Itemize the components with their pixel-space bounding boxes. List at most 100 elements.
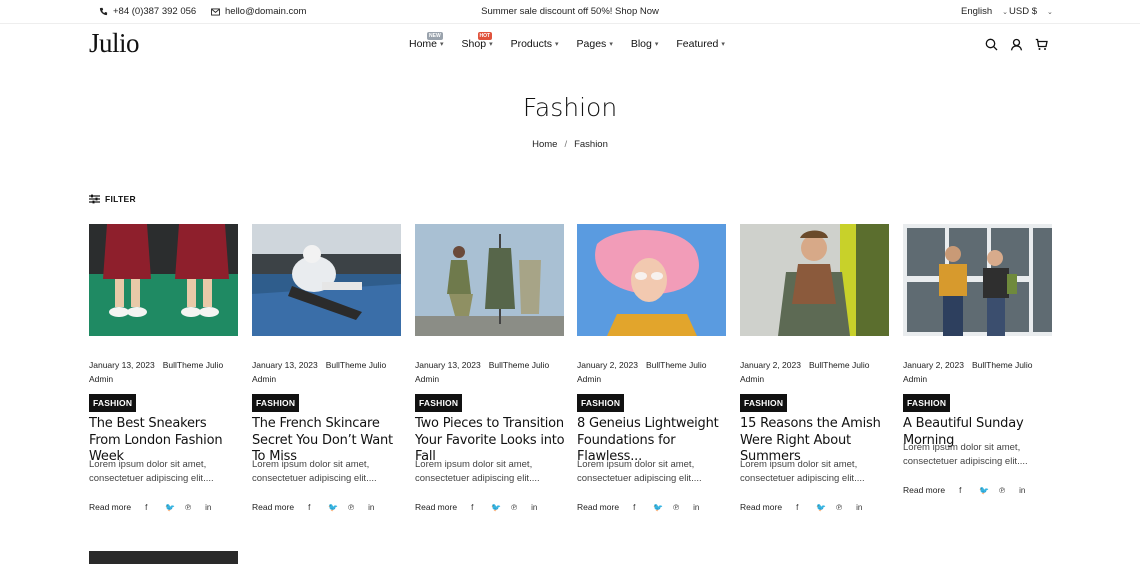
post-actions: Read more f 🐦 ℗ in — [903, 485, 1039, 495]
linkedin-icon[interactable]: in — [856, 503, 876, 512]
category-tag[interactable]: FASHION — [740, 394, 788, 412]
language-selector[interactable]: English ⌄ — [961, 6, 1008, 17]
chevron-down-icon: ▾ — [555, 41, 559, 48]
nav-blog-label: Blog — [630, 38, 652, 50]
category-tag[interactable]: FASHION — [89, 394, 137, 412]
facebook-icon[interactable]: f — [471, 503, 491, 512]
breadcrumb-home[interactable]: Home — [532, 139, 557, 150]
facebook-icon[interactable]: f — [308, 503, 328, 512]
read-more-link[interactable]: Read more — [577, 502, 619, 512]
blog-card: January 2, 2023 BullTheme Julio Admin FAS… — [740, 224, 889, 512]
hot-badge: HOT — [477, 32, 493, 40]
blog-card: January 13, 2023 BullTheme Julio Admin FA… — [252, 224, 401, 512]
category-tag[interactable]: FASHION — [577, 394, 625, 412]
post-meta: January 2, 2023 BullTheme Julio Admin — [740, 358, 889, 386]
read-more-link[interactable]: Read more — [415, 502, 457, 512]
post-excerpt: Lorem ipsum dolor sit amet, consectetuer… — [415, 459, 540, 484]
nav-featured-label: Featured — [676, 38, 719, 50]
breadcrumb-current: Fashion — [574, 139, 608, 150]
nav-blog[interactable]: Blog ▾ — [631, 38, 659, 50]
blog-card: January 2, 2023 BullTheme Julio Admin FAS… — [577, 224, 726, 512]
nav-home[interactable]: Home ▾ NEW — [409, 32, 444, 50]
facebook-icon[interactable]: f — [796, 503, 816, 512]
filter-button[interactable]: FILTER — [89, 194, 136, 204]
currency-selector[interactable]: USD $ ⌄ — [1009, 6, 1053, 17]
category-tag[interactable]: FASHION — [415, 394, 463, 412]
post-excerpt: Lorem ipsum dolor sit amet, consectetuer… — [740, 459, 865, 484]
pinterest-icon[interactable]: ℗ — [673, 503, 693, 512]
chevron-down-icon: ⌄ — [1046, 8, 1053, 16]
post-actions: Read more f 🐦 ℗ in — [740, 502, 876, 512]
nav-products[interactable]: Products ▾ — [511, 38, 559, 50]
facebook-icon[interactable]: f — [145, 503, 165, 512]
post-meta: January 13, 2023 BullTheme Julio Admin — [252, 358, 401, 386]
post-thumbnail[interactable] — [903, 224, 1052, 336]
linkedin-icon[interactable]: in — [693, 503, 713, 512]
cart-icon[interactable] — [1035, 38, 1048, 51]
facebook-icon[interactable]: f — [633, 503, 653, 512]
post-meta: January 2, 2023 BullTheme Julio Admin — [903, 358, 1052, 386]
post-meta: January 13, 2023 BullTheme Julio Admin — [89, 358, 238, 386]
top-bar: +84 (0)387 392 056 hello@domain.com Summ… — [0, 0, 1140, 24]
twitter-icon[interactable]: 🐦 — [165, 503, 185, 512]
twitter-icon[interactable]: 🐦 — [979, 486, 999, 495]
pinterest-icon[interactable]: ℗ — [185, 503, 205, 512]
user-icon[interactable] — [1010, 38, 1023, 51]
linkedin-icon[interactable]: in — [205, 503, 225, 512]
read-more-link[interactable]: Read more — [89, 502, 131, 512]
twitter-icon[interactable]: 🐦 — [328, 503, 348, 512]
read-more-link[interactable]: Read more — [740, 502, 782, 512]
post-date: January 2, 2023 — [903, 360, 964, 370]
pinterest-icon[interactable]: ℗ — [836, 503, 856, 512]
post-meta: January 13, 2023 BullTheme Julio Admin — [415, 358, 564, 386]
post-thumbnail[interactable] — [415, 224, 564, 336]
nav-pages[interactable]: Pages ▾ — [577, 38, 613, 50]
post-date: January 13, 2023 — [89, 360, 155, 370]
pinterest-icon[interactable]: ℗ — [511, 503, 531, 512]
post-date: January 2, 2023 — [740, 360, 801, 370]
post-excerpt: Lorem ipsum dolor sit amet, consectetuer… — [89, 459, 214, 484]
facebook-icon[interactable]: f — [959, 486, 979, 495]
site-logo[interactable]: Julio — [89, 28, 140, 59]
post-thumbnail[interactable] — [577, 224, 726, 336]
filter-label: FILTER — [105, 194, 136, 204]
nav-products-label: Products — [510, 38, 553, 50]
linkedin-icon[interactable]: in — [1019, 486, 1039, 495]
search-icon[interactable] — [985, 38, 998, 51]
post-thumbnail[interactable] — [89, 224, 238, 336]
post-thumbnail[interactable] — [740, 224, 889, 336]
post-excerpt: Lorem ipsum dolor sit amet, consectetuer… — [252, 459, 377, 484]
nav-featured[interactable]: Featured ▾ — [676, 38, 725, 50]
blog-card: January 13, 2023 BullTheme Julio Admin FA… — [89, 224, 238, 512]
post-thumbnail[interactable] — [252, 224, 401, 336]
currency-label: USD $ — [1009, 6, 1037, 17]
page-title: Fashion — [522, 93, 618, 122]
read-more-link[interactable]: Read more — [903, 485, 945, 495]
category-tag[interactable]: FASHION — [252, 394, 300, 412]
twitter-icon[interactable]: 🐦 — [816, 503, 836, 512]
nav-pages-label: Pages — [576, 38, 607, 50]
pinterest-icon[interactable]: ℗ — [348, 503, 368, 512]
chevron-down-icon: ⌄ — [1002, 8, 1009, 16]
header-icons — [985, 38, 1048, 51]
twitter-icon[interactable]: 🐦 — [653, 503, 673, 512]
chevron-down-icon: ▾ — [609, 41, 613, 48]
post-excerpt: Lorem ipsum dolor sit amet, consectetuer… — [577, 459, 702, 484]
post-date: January 13, 2023 — [415, 360, 481, 370]
nav-shop[interactable]: Shop ▾ HOT — [462, 32, 493, 50]
linkedin-icon[interactable]: in — [368, 503, 388, 512]
post-actions: Read more f 🐦 ℗ in — [577, 502, 713, 512]
category-tag[interactable]: FASHION — [903, 394, 951, 412]
main-nav: Home ▾ NEW Shop ▾ HOT Products ▾ Pages ▾… — [409, 32, 743, 50]
post-meta: January 2, 2023 BullTheme Julio Admin — [577, 358, 726, 386]
twitter-icon[interactable]: 🐦 — [491, 503, 511, 512]
post-actions: Read more f 🐦 ℗ in — [252, 502, 388, 512]
post-thumbnail[interactable] — [89, 551, 238, 564]
post-date: January 2, 2023 — [577, 360, 638, 370]
chevron-down-icon: ▾ — [654, 41, 659, 48]
linkedin-icon[interactable]: in — [531, 503, 551, 512]
read-more-link[interactable]: Read more — [252, 502, 294, 512]
chevron-down-icon: ▾ — [440, 41, 444, 48]
pinterest-icon[interactable]: ℗ — [999, 486, 1019, 495]
blog-card: January 13, 2023 BullTheme Julio Admin FA… — [415, 224, 565, 512]
